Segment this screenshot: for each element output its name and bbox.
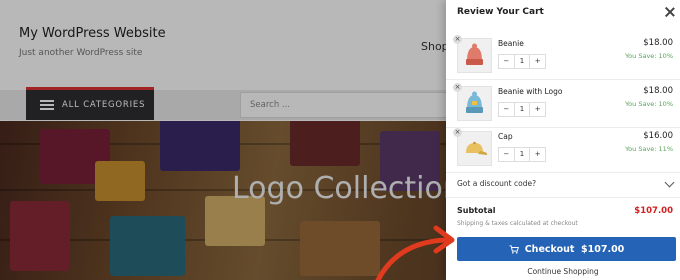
qty-decrease-button[interactable]: − [499, 55, 514, 68]
cart-title: Review Your Cart [457, 7, 544, 17]
cart-item: × Beanie − 1 + $18.00 You Save: 10% [446, 35, 680, 80]
discount-code-label: Got a discount code? [457, 179, 537, 188]
qty-value[interactable]: 1 [513, 148, 531, 161]
qty-value[interactable]: 1 [513, 55, 531, 68]
qty-increase-button[interactable]: + [530, 55, 545, 68]
quantity-stepper: − 1 + [498, 147, 546, 162]
cap-icon [466, 141, 488, 155]
item-savings: You Save: 10% [625, 52, 673, 60]
qty-value[interactable]: 1 [513, 103, 531, 116]
discount-code-toggle[interactable]: Got a discount code? [446, 172, 680, 198]
qty-increase-button[interactable]: + [530, 148, 545, 161]
item-price: $16.00 [643, 131, 673, 141]
item-name[interactable]: Cap [498, 132, 513, 141]
qty-decrease-button[interactable]: − [499, 148, 514, 161]
chevron-down-icon [664, 177, 675, 188]
item-price: $18.00 [643, 38, 673, 48]
cart-item: × Beanie with Logo − 1 + $18.00 You Save… [446, 83, 680, 128]
quantity-stepper: − 1 + [498, 54, 546, 69]
subtotal-value: $107.00 [634, 206, 673, 216]
cap-thumbnail[interactable] [457, 131, 492, 166]
item-price: $18.00 [643, 86, 673, 96]
beanie-with-logo-thumbnail[interactable] [457, 86, 492, 121]
cart-icon [509, 244, 519, 254]
item-savings: You Save: 10% [625, 100, 673, 108]
beanie-thumbnail[interactable] [457, 38, 492, 73]
quantity-stepper: − 1 + [498, 102, 546, 117]
qty-increase-button[interactable]: + [530, 103, 545, 116]
item-savings: You Save: 11% [625, 145, 673, 153]
remove-item-button[interactable]: × [453, 83, 462, 92]
close-icon[interactable] [665, 7, 675, 17]
beanie-logo-icon [466, 91, 483, 113]
cart-item: × Cap − 1 + $16.00 You Save: 11% [446, 128, 680, 173]
remove-item-button[interactable]: × [453, 35, 462, 44]
subtotal-label: Subtotal [457, 206, 496, 215]
beanie-icon [466, 43, 483, 65]
continue-shopping-link[interactable]: Continue Shopping [446, 267, 680, 276]
checkout-button[interactable]: Checkout $107.00 [457, 237, 676, 261]
remove-item-button[interactable]: × [453, 128, 462, 137]
cart-drawer: Review Your Cart × Beanie − 1 + $18.00 Y… [446, 0, 680, 280]
item-name[interactable]: Beanie [498, 39, 524, 48]
qty-decrease-button[interactable]: − [499, 103, 514, 116]
checkout-label: Checkout $107.00 [524, 243, 625, 255]
shipping-note: Shipping & taxes calculated at checkout [457, 220, 578, 227]
item-name[interactable]: Beanie with Logo [498, 87, 562, 96]
